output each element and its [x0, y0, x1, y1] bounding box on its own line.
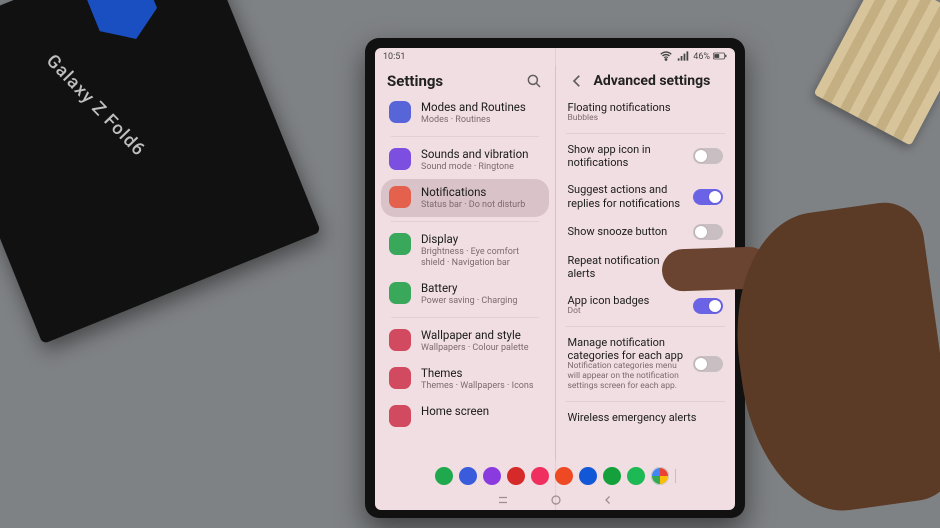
- settings-item-title: Home screen: [421, 405, 541, 419]
- detail-toggle-row[interactable]: App icon badgesDot: [566, 287, 726, 324]
- toggle-switch[interactable]: [693, 148, 723, 164]
- settings-item-sub: Status bar · Do not disturb: [421, 200, 541, 210]
- settings-item-sub: Sound mode · Ringtone: [421, 162, 541, 172]
- settings-item-sub: Brightness · Eye comfort shield · Naviga…: [421, 247, 541, 268]
- settings-item[interactable]: Sounds and vibrationSound mode · Rington…: [381, 141, 549, 179]
- detail-toggle-row[interactable]: Show snooze button: [566, 217, 726, 247]
- settings-item[interactable]: ThemesThemes · Wallpapers · Icons: [381, 360, 549, 398]
- dock-app-icon[interactable]: [603, 467, 621, 485]
- settings-item[interactable]: Modes and RoutinesModes · Routines: [381, 94, 549, 132]
- settings-item[interactable]: NotificationsStatus bar · Do not disturb: [381, 179, 549, 217]
- settings-item-icon: [389, 186, 411, 208]
- settings-item-title: Themes: [421, 367, 541, 381]
- nav-home-icon[interactable]: [550, 494, 562, 509]
- detail-title: Advanced settings: [594, 73, 711, 89]
- settings-item-icon: [389, 148, 411, 170]
- settings-item-title: Modes and Routines: [421, 101, 541, 115]
- fold-hinge: [555, 48, 556, 510]
- settings-title: Settings: [387, 72, 517, 90]
- settings-item-icon: [389, 367, 411, 389]
- detail-row-title: Wireless emergency alerts: [568, 411, 724, 424]
- settings-item-icon: [389, 329, 411, 351]
- dock-app-icon[interactable]: [627, 467, 645, 485]
- dock-app-icon[interactable]: [483, 467, 501, 485]
- detail-row-title: Suggest actions and replies for notifica…: [568, 183, 686, 209]
- settings-item[interactable]: Home screen: [381, 398, 549, 434]
- dock-app-icon[interactable]: [435, 467, 453, 485]
- detail-row-title: Show snooze button: [568, 225, 686, 238]
- settings-item[interactable]: BatteryPower saving · Charging: [381, 275, 549, 313]
- list-separator: [391, 317, 539, 318]
- list-separator: [566, 326, 726, 327]
- detail-row-title: Show app icon in notifications: [568, 143, 686, 169]
- settings-list: Modes and RoutinesModes · Routines Sounds…: [375, 94, 555, 460]
- detail-row-sub: Bubbles: [568, 114, 724, 124]
- dock-app-icon[interactable]: [651, 467, 669, 485]
- settings-item-title: Wallpaper and style: [421, 329, 541, 343]
- settings-item-icon: [389, 233, 411, 255]
- toggle-switch[interactable]: [693, 356, 723, 372]
- detail-row-sub: Notification categories menu will appear…: [568, 362, 686, 391]
- nav-recent-icon[interactable]: [496, 494, 510, 509]
- settings-item-icon: [389, 282, 411, 304]
- toggle-switch[interactable]: [693, 298, 723, 314]
- settings-item-sub: Modes · Routines: [421, 115, 541, 125]
- detail-link-row[interactable]: Wireless emergency alerts: [566, 404, 726, 431]
- nav-bar: [375, 492, 735, 510]
- settings-item-icon: [389, 405, 411, 427]
- settings-item-title: Sounds and vibration: [421, 148, 541, 162]
- dock-app-icon[interactable]: [555, 467, 573, 485]
- toggle-switch[interactable]: [693, 224, 723, 240]
- search-icon[interactable]: [525, 72, 543, 90]
- status-time: 10:51: [383, 52, 405, 62]
- settings-item[interactable]: Wallpaper and styleWallpapers · Colour p…: [381, 322, 549, 360]
- settings-item[interactable]: DisplayBrightness · Eye comfort shield ·…: [381, 226, 549, 274]
- list-separator: [566, 133, 726, 134]
- dock-app-icon[interactable]: [459, 467, 477, 485]
- signal-icon: [676, 49, 690, 66]
- wifi-icon: [659, 49, 673, 66]
- battery-icon: [713, 49, 727, 66]
- nav-back-icon[interactable]: [602, 494, 614, 509]
- detail-toggle-row[interactable]: Suggest actions and replies for notifica…: [566, 176, 726, 216]
- settings-item-sub: Power saving · Charging: [421, 296, 541, 306]
- detail-row-sub: Dot: [568, 307, 686, 317]
- list-separator: [391, 136, 539, 137]
- product-box-label: Galaxy Z Fold6: [42, 50, 149, 160]
- detail-toggle-row[interactable]: Show app icon in notifications: [566, 136, 726, 176]
- back-icon[interactable]: [568, 72, 586, 90]
- dock-app-icon[interactable]: [531, 467, 549, 485]
- settings-item-title: Display: [421, 233, 541, 247]
- settings-item-sub: Wallpapers · Colour palette: [421, 343, 541, 353]
- detail-row-title: App icon badges: [568, 294, 686, 307]
- detail-link-row[interactable]: Floating notificationsBubbles: [566, 94, 726, 131]
- dock-app-icon[interactable]: [579, 467, 597, 485]
- settings-item-icon: [389, 101, 411, 123]
- detail-row-title: Manage notification categories for each …: [568, 336, 686, 362]
- list-separator: [566, 401, 726, 402]
- detail-toggle-row[interactable]: Manage notification categories for each …: [566, 329, 726, 399]
- settings-pane: Settings Modes and RoutinesModes · Routi…: [375, 66, 556, 460]
- list-separator: [391, 221, 539, 222]
- settings-item-title: Battery: [421, 282, 541, 296]
- dock-app-icon[interactable]: [507, 467, 525, 485]
- dock-divider: [675, 469, 676, 483]
- settings-item-title: Notifications: [421, 186, 541, 200]
- battery-text: 46%: [693, 52, 710, 62]
- settings-item-sub: Themes · Wallpapers · Icons: [421, 381, 541, 391]
- toggle-switch[interactable]: [693, 189, 723, 205]
